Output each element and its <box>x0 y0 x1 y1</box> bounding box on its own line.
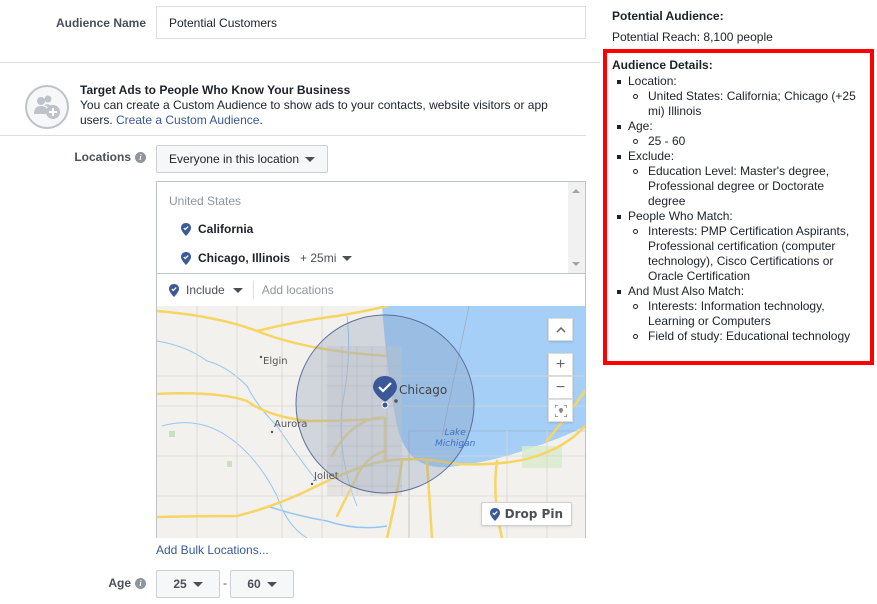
location-scope-dropdown[interactable]: Everyone in this location <box>156 145 328 173</box>
details-item: 25 - 60 <box>628 134 864 149</box>
promo-suffix: . <box>259 113 263 127</box>
chevron-down-icon <box>266 581 277 587</box>
create-custom-audience-link[interactable]: Create a Custom Audience <box>116 113 259 127</box>
location-name: California <box>198 222 254 236</box>
chevron-up-icon <box>555 326 566 333</box>
details-item: Interests: Information technology, Learn… <box>628 299 864 329</box>
age-min-dropdown[interactable]: 25 <box>156 570 220 598</box>
add-bulk-locations-link[interactable]: Add Bulk Locations... <box>156 543 269 557</box>
section-label: Exclude: <box>628 149 675 163</box>
section-label: Age: <box>628 119 653 133</box>
include-dropdown[interactable]: Include <box>169 283 243 297</box>
audience-name-label: Audience Name <box>55 16 146 30</box>
location-country: United States <box>169 194 242 208</box>
location-scope-value: Everyone in this location <box>168 152 300 166</box>
map-collapse-button[interactable] <box>548 318 573 341</box>
map-label-chicago: Chicago <box>399 383 448 397</box>
map-fit-button[interactable] <box>548 399 573 422</box>
chevron-down-icon <box>192 581 203 587</box>
map-zoom-in-button[interactable]: + <box>548 353 573 376</box>
age-min-value: 25 <box>173 577 187 591</box>
locations-label: Locations i <box>40 150 146 164</box>
chevron-down-icon <box>342 255 353 261</box>
section-label: Location: <box>628 74 677 88</box>
info-icon[interactable]: i <box>135 152 146 164</box>
details-section-must-also-match: And Must Also Match: Interests: Informat… <box>612 284 864 344</box>
section-label: And Must Also Match: <box>628 284 745 298</box>
age-max-value: 60 <box>247 577 261 591</box>
details-item: Education Level: Master's degree, Profes… <box>628 164 864 209</box>
divider <box>0 62 600 63</box>
location-map[interactable]: Elgin Aurora Joliet Chicago Lake Michigan… <box>157 306 585 538</box>
location-list-scrollbar[interactable] <box>568 182 585 273</box>
info-icon[interactable]: i <box>135 578 146 590</box>
location-item[interactable]: California <box>181 222 253 236</box>
age-label: Age i <box>40 576 146 590</box>
audience-details-list: Location: United States: California; Chi… <box>612 74 864 344</box>
separator <box>252 281 254 299</box>
audience-details-title: Audience Details: <box>612 58 713 72</box>
radius-dropdown[interactable]: + 25mi <box>300 251 353 265</box>
details-item: United States: California; Chicago (+25 … <box>628 89 864 119</box>
locations-label-text: Locations <box>74 150 131 164</box>
location-box: United States California Chicago, Illino… <box>156 181 586 538</box>
details-item: Interests: PMP Certification Aspirants, … <box>628 224 864 284</box>
scroll-down-icon[interactable] <box>572 262 580 266</box>
lake-label-line2: Michigan <box>435 439 476 449</box>
details-section-location: Location: United States: California; Chi… <box>612 74 864 119</box>
drop-pin-label: Drop Pin <box>504 507 563 521</box>
details-section-age: Age: 25 - 60 <box>612 119 864 149</box>
map-label-elgin: Elgin <box>263 356 288 367</box>
location-name: Chicago, Illinois <box>198 251 291 265</box>
drop-pin-button[interactable]: Drop Pin <box>480 502 572 526</box>
location-pin-icon <box>169 283 179 297</box>
add-locations-input[interactable] <box>261 283 562 297</box>
location-pin-icon <box>489 507 500 521</box>
age-max-dropdown[interactable]: 60 <box>230 570 294 598</box>
radius-value: + 25mi <box>300 251 337 265</box>
include-row: Include <box>157 274 585 306</box>
location-pin-icon <box>181 251 191 265</box>
potential-reach: Potential Reach: 8,100 people <box>612 30 773 44</box>
chevron-down-icon <box>305 156 316 162</box>
promo-text: You can create a Custom Audience to show… <box>80 98 550 128</box>
age-separator: - <box>223 576 227 590</box>
map-zoom-out-button[interactable]: − <box>548 376 573 399</box>
map-label-aurora: Aurora <box>274 419 308 430</box>
divider <box>0 135 586 136</box>
add-people-icon <box>25 85 69 129</box>
map-label-joliet: Joliet <box>314 471 339 482</box>
details-section-people-who-match: People Who Match: Interests: PMP Certifi… <box>612 209 864 284</box>
lake-label-line1: Lake <box>444 428 466 438</box>
details-section-exclude: Exclude: Education Level: Master's degre… <box>612 149 864 209</box>
scroll-up-icon[interactable] <box>572 189 580 193</box>
details-item: Field of study: Educational technology <box>628 329 864 344</box>
audience-details-box: Audience Details: Location: United State… <box>603 49 874 365</box>
promo-title: Target Ads to People Who Know Your Busin… <box>80 83 351 97</box>
map-label-lake-michigan: Lake Michigan <box>435 428 475 450</box>
include-label: Include <box>186 283 225 297</box>
chevron-down-icon <box>232 287 243 293</box>
audience-name-input[interactable] <box>156 6 586 39</box>
selected-locations-list: United States California Chicago, Illino… <box>157 182 585 274</box>
potential-audience-title: Potential Audience: <box>612 9 724 23</box>
fit-icon <box>554 404 567 417</box>
age-label-text: Age <box>108 576 131 590</box>
section-label: People Who Match: <box>628 209 733 223</box>
location-item[interactable]: Chicago, Illinois + 25mi <box>181 251 353 265</box>
location-pin-icon <box>181 222 191 236</box>
